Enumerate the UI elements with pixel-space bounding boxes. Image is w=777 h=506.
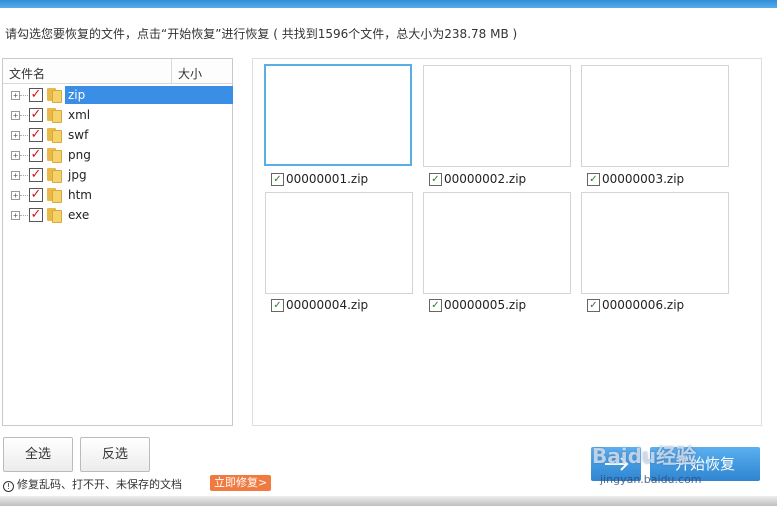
instruction-text: 请勾选您要恢复的文件，点击“开始恢复”进行恢复 ( 共找到1596个文件，总大小…	[5, 27, 518, 41]
file-name: 00000002.zip	[444, 172, 527, 186]
file-name: 00000003.zip	[602, 172, 685, 186]
folder-icon	[47, 148, 62, 163]
tree-header: 文件名 大小	[3, 59, 232, 84]
folder-icon	[47, 188, 62, 203]
select-all-button[interactable]: 全选	[3, 437, 73, 472]
expand-icon[interactable]: +	[11, 111, 20, 120]
tree-item-jpg[interactable]: + ✓ jpg	[3, 165, 232, 185]
tree-connector	[20, 135, 28, 136]
file-thumbnail[interactable]	[423, 192, 571, 294]
file-name: 00000005.zip	[444, 298, 527, 312]
folder-icon	[47, 88, 62, 103]
file-thumbnail[interactable]	[581, 192, 729, 294]
tree-checkbox[interactable]: ✓	[29, 168, 43, 182]
file-checkbox[interactable]: ✓	[271, 299, 284, 312]
tree-connector	[20, 175, 28, 176]
column-separator[interactable]	[171, 59, 172, 83]
tree-connector	[20, 115, 28, 116]
tree-item-label: jpg	[68, 168, 87, 182]
file-name: 00000004.zip	[286, 298, 369, 312]
column-header-name[interactable]: 文件名	[9, 65, 45, 82]
repair-hint: ! 修复乱码、打不开、未保存的文档	[3, 476, 182, 492]
file-checkbox[interactable]: ✓	[429, 299, 442, 312]
tree-checkbox[interactable]: ✓	[29, 88, 43, 102]
file-thumbnail[interactable]	[423, 65, 571, 167]
file-grid: ✓ 00000001.zip ✓ 00000002.zip ✓ 00000003…	[252, 58, 762, 426]
expand-icon[interactable]: +	[11, 171, 20, 180]
repair-hint-text: 修复乱码、打不开、未保存的文档	[17, 478, 182, 491]
tree-connector	[20, 215, 28, 216]
window-top-bar	[0, 0, 777, 8]
tree-checkbox[interactable]: ✓	[29, 108, 43, 122]
folder-icon	[47, 108, 62, 123]
folder-icon	[47, 128, 62, 143]
file-checkbox[interactable]: ✓	[271, 173, 284, 186]
invert-selection-button[interactable]: 反选	[80, 437, 150, 472]
tree-item-label: xml	[68, 108, 91, 122]
tree-item-label: swf	[68, 128, 89, 142]
expand-icon[interactable]: +	[11, 91, 20, 100]
file-checkbox[interactable]: ✓	[587, 299, 600, 312]
tree-item-label: zip	[65, 86, 233, 104]
tree-connector	[20, 95, 28, 96]
file-type-tree: 文件名 大小 + ✓ zip + ✓ xml + ✓ swf + ✓ png +…	[2, 58, 233, 426]
file-name: 00000001.zip	[286, 172, 369, 186]
expand-icon[interactable]: +	[11, 151, 20, 160]
fix-now-link[interactable]: 立即修复>	[210, 475, 272, 491]
tree-item-label: png	[68, 148, 91, 162]
tree-item-png[interactable]: + ✓ png	[3, 145, 232, 165]
tree-checkbox[interactable]: ✓	[29, 208, 43, 222]
info-icon: !	[3, 481, 14, 492]
folder-icon	[47, 168, 62, 183]
expand-icon[interactable]: +	[11, 191, 20, 200]
tree-checkbox[interactable]: ✓	[29, 148, 43, 162]
tree-checkbox[interactable]: ✓	[29, 188, 43, 202]
tree-item-xml[interactable]: + ✓ xml	[3, 105, 232, 125]
expand-icon[interactable]: +	[11, 131, 20, 140]
file-thumbnail[interactable]	[581, 65, 729, 167]
file-checkbox[interactable]: ✓	[429, 173, 442, 186]
back-button[interactable]	[591, 447, 641, 481]
tree-item-zip[interactable]: + ✓ zip	[3, 85, 233, 105]
window-bottom-strip	[0, 496, 777, 506]
tree-connector	[20, 155, 28, 156]
tree-item-swf[interactable]: + ✓ swf	[3, 125, 232, 145]
expand-icon[interactable]: +	[11, 211, 20, 220]
tree-item-label: exe	[68, 208, 90, 222]
start-recovery-button[interactable]: 开始恢复	[650, 447, 760, 481]
back-arrow-icon	[605, 457, 629, 471]
file-thumbnail[interactable]	[264, 64, 412, 166]
tree-item-htm[interactable]: + ✓ htm	[3, 185, 232, 205]
column-header-size[interactable]: 大小	[178, 65, 202, 82]
file-checkbox[interactable]: ✓	[587, 173, 600, 186]
tree-checkbox[interactable]: ✓	[29, 128, 43, 142]
file-thumbnail[interactable]	[265, 192, 413, 294]
tree-item-exe[interactable]: + ✓ exe	[3, 205, 232, 225]
tree-item-label: htm	[68, 188, 92, 202]
file-name: 00000006.zip	[602, 298, 685, 312]
tree-connector	[20, 195, 28, 196]
folder-icon	[47, 208, 62, 223]
